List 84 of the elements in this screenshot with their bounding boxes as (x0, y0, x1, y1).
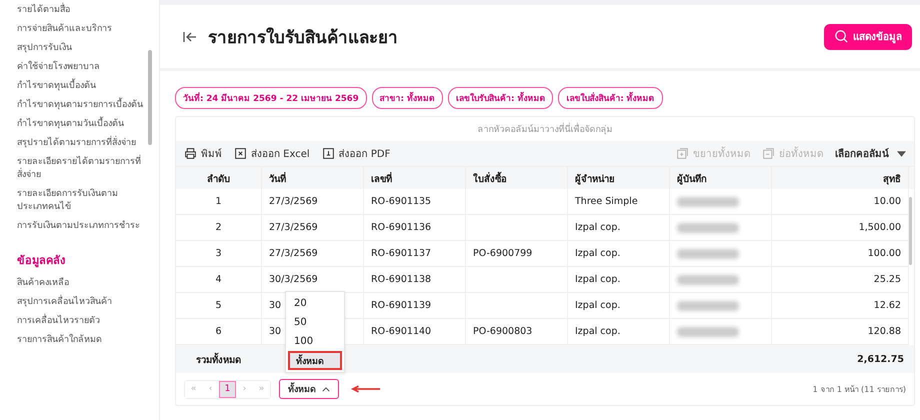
show-data-button[interactable]: แสดงข้อมูล (824, 24, 912, 50)
scrollbar[interactable] (909, 197, 912, 265)
sidebar-item[interactable]: สรุปการเคลื่อนไหวสินค้า (17, 296, 145, 309)
sidebar-item[interactable]: รายการสินค้าใกล้หมด (17, 334, 145, 347)
blurred-text-block (677, 300, 739, 310)
column-header[interactable]: ใบสั่งซื้อ (466, 167, 568, 189)
sidebar-item[interactable]: สินค้าคงเหลือ (17, 277, 145, 290)
blurred-text-block (677, 248, 739, 258)
page-title: รายการใบรับสินค้าและยา (208, 26, 399, 50)
table-cell: PO-6900803 (466, 319, 568, 344)
scrollbar[interactable] (148, 50, 152, 145)
table-cell: 120.88 (772, 319, 909, 344)
sidebar-item[interactable]: การจ่ายสินค้าและบริการ (17, 23, 145, 36)
table-cell: Izpal cop. (568, 215, 670, 240)
caret-icon (897, 150, 906, 156)
column-header[interactable]: ผู้บันทึก (670, 167, 772, 189)
total-label: รวมทั้งหมด (196, 352, 241, 366)
table-cell: 2 (176, 215, 262, 240)
sidebar-item[interactable]: กำไรขาดทุนเบื้องต้น (17, 80, 145, 93)
group-hint: ลากหัวคอลัมน์มาวางที่นี่เพื่อจัดกลุ่ม (478, 122, 612, 136)
table-cell: 3 (176, 241, 262, 266)
section-heading: ข้อมูลคลัง (17, 253, 66, 269)
page-size-select[interactable]: ทั้งหมด (279, 379, 339, 399)
table-cell: 1 (176, 189, 262, 214)
menu-option[interactable]: 20 (286, 294, 344, 313)
column-header[interactable]: ลำดับ (176, 167, 262, 189)
excel-button[interactable]: ส่งออก Excel (234, 146, 310, 161)
page-summary: 1 จาก 1 หน้า (11 รายการ) (812, 384, 906, 396)
sidebar-item[interactable]: การเคลื่อนไหวรายตัว (17, 315, 145, 328)
filter-chip[interactable]: เลขใบสั่งสินค้า: ทั้งหมด (558, 87, 663, 109)
sidebar-item[interactable]: รายได้ตามสื่อ (17, 4, 145, 17)
column-header[interactable]: เลขที่ (364, 167, 466, 189)
collapse-icon (762, 147, 775, 160)
table-cell: RO-6901136 (364, 215, 466, 240)
columns-button[interactable]: เลือกคอลัมน์ (835, 146, 906, 161)
table-cell: 4 (176, 267, 262, 292)
table-cell: Izpal cop. (568, 319, 670, 344)
search-icon (834, 29, 849, 44)
menu-option[interactable]: ทั้งหมด (288, 351, 342, 370)
table-cell: 5 (176, 293, 262, 318)
table-cell: RO-6901135 (364, 189, 466, 214)
chevron-icon (322, 386, 330, 392)
table-cell: Izpal cop. (568, 241, 670, 266)
table-cell: Three Simple (568, 189, 670, 214)
expand-icon (676, 147, 689, 160)
printer-icon (184, 147, 197, 160)
arrow-annotation (351, 385, 381, 393)
column-header[interactable]: สุทธิ (772, 167, 909, 189)
sidebar-item[interactable]: รายละเอียดการรับเงินตามประเภทคนไข้ (17, 188, 145, 214)
table-cell: RO-6901139 (364, 293, 466, 318)
table-cell: RO-6901137 (364, 241, 466, 266)
sidebar-item[interactable]: สรุปการรับเงิน (17, 42, 145, 55)
table-cell: RO-6901140 (364, 319, 466, 344)
sidebar-item[interactable]: ค่าใช้จ่ายโรงพยาบาล (17, 61, 145, 74)
column-header[interactable]: วันที่ (262, 167, 364, 189)
sidebar-item[interactable]: กำไรขาดทุนตามวันเบื้องต้น (17, 118, 145, 131)
table-cell: 12.62 (772, 293, 909, 318)
pdf-button[interactable]: ส่งออก PDF (322, 146, 390, 161)
table-cell: 25.25 (772, 267, 909, 292)
column-header[interactable]: ผู้จำหน่าย (568, 167, 670, 189)
table-cell: PO-6900799 (466, 241, 568, 266)
blurred-text-block (677, 222, 739, 232)
table-cell: 27/3/2569 (262, 215, 364, 240)
table-cell: Izpal cop. (568, 293, 670, 318)
page-button[interactable]: 1 (219, 380, 236, 398)
filter-chip[interactable]: วันที่: 24 มีนาคม 2569 - 22 เมษายน 2569 (175, 87, 367, 109)
blurred-text-block (677, 326, 739, 336)
total-value: 2,612.75 (857, 354, 904, 364)
blurred-text-block (677, 274, 739, 284)
sidebar-item[interactable]: กำไรขาดทุนตามรายการเบื้องต้น (17, 99, 145, 112)
spreadsheet-icon (234, 147, 247, 160)
sidebar-item[interactable]: รายละเอียดรายได้ตามรายการที่สั่งจ่าย (17, 156, 145, 182)
blurred-text-block (677, 196, 739, 206)
table-cell: 6 (176, 319, 262, 344)
table-cell: 27/3/2569 (262, 241, 364, 266)
print-button[interactable]: พิมพ์ (184, 146, 222, 161)
table-cell: RO-6901138 (364, 267, 466, 292)
table-cell: 27/3/2569 (262, 189, 364, 214)
filter-chip[interactable]: เลขใบรับสินค้า: ทั้งหมด (448, 87, 554, 109)
sidebar-item[interactable]: สรุปรายได้ตามรายการที่สั่งจ่าย (17, 137, 145, 150)
sidebar-item[interactable]: การรับเงินตามประเภทการชำระ (17, 220, 145, 233)
document-icon (322, 147, 335, 160)
filter-chip[interactable]: สาขา: ทั้งหมด (372, 87, 443, 109)
table-cell: Izpal cop. (568, 267, 670, 292)
